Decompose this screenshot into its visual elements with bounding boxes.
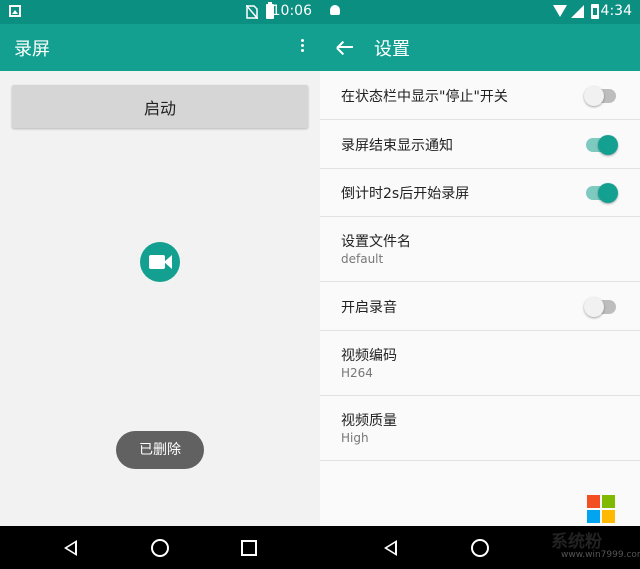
pref-file-name[interactable]: 设置文件名 default bbox=[320, 217, 640, 282]
pref-title: 设置文件名 bbox=[341, 234, 411, 250]
pref-title: 倒计时2s后开始录屏 bbox=[341, 186, 470, 202]
recorder-screen: 10:06 录屏 启动 已删除 bbox=[0, 0, 320, 569]
pref-video-quality[interactable]: 视频质量 High bbox=[320, 396, 640, 461]
pref-show-stop-switch[interactable]: 在状态栏中显示"停止"开关 bbox=[320, 71, 640, 120]
recents-nav-icon[interactable] bbox=[241, 540, 257, 556]
pref-title: 录屏结束显示通知 bbox=[341, 138, 453, 154]
watermark-url: www.win7999.com bbox=[561, 550, 640, 560]
watermark-text: 系统粉 bbox=[551, 532, 602, 552]
overflow-menu-icon[interactable] bbox=[301, 39, 305, 55]
watermark: 系统粉 www.win7999.com bbox=[551, 493, 640, 569]
pref-record-audio[interactable]: 开启录音 bbox=[320, 282, 640, 331]
pref-title: 在状态栏中显示"停止"开关 bbox=[341, 89, 508, 105]
cell-signal-icon bbox=[571, 5, 584, 18]
toast-message: 已删除 bbox=[116, 431, 204, 469]
page-title: 设置 bbox=[374, 39, 410, 60]
toggle-switch[interactable] bbox=[584, 86, 616, 106]
status-bar: 10:06 bbox=[0, 0, 320, 24]
pref-summary: High bbox=[341, 431, 369, 445]
back-nav-icon[interactable] bbox=[384, 540, 397, 556]
pref-video-encoder[interactable]: 视频编码 H264 bbox=[320, 331, 640, 396]
navigation-bar bbox=[0, 526, 320, 569]
pref-countdown[interactable]: 倒计时2s后开始录屏 bbox=[320, 169, 640, 217]
back-arrow-icon[interactable] bbox=[336, 39, 353, 56]
back-nav-icon[interactable] bbox=[64, 540, 77, 556]
image-notification-icon bbox=[9, 5, 21, 17]
wifi-icon bbox=[553, 5, 567, 17]
screenshot-root: 10:06 录屏 启动 已删除 4:34 设置 在状态栏中显示"停止"开关 录屏… bbox=[0, 0, 640, 569]
start-button[interactable]: 启动 bbox=[12, 85, 308, 128]
app-bar: 设置 bbox=[320, 24, 640, 71]
battery-charging-icon bbox=[591, 4, 599, 19]
settings-screen: 4:34 设置 在状态栏中显示"停止"开关 录屏结束显示通知 倒计时2s后开始录… bbox=[320, 0, 640, 569]
pref-summary: H264 bbox=[341, 366, 373, 380]
home-nav-icon[interactable] bbox=[151, 539, 169, 557]
status-bar: 4:34 bbox=[320, 0, 640, 24]
pref-title: 视频质量 bbox=[341, 413, 397, 429]
toggle-switch[interactable] bbox=[586, 183, 618, 203]
pref-title: 视频编码 bbox=[341, 348, 397, 364]
windows-logo-icon bbox=[587, 495, 615, 523]
android-notification-icon bbox=[330, 5, 340, 15]
app-bar: 录屏 bbox=[0, 24, 320, 71]
no-sim-icon bbox=[246, 5, 258, 19]
page-title: 录屏 bbox=[14, 39, 50, 60]
toggle-switch[interactable] bbox=[586, 135, 618, 155]
status-time: 10:06 bbox=[271, 3, 312, 19]
home-nav-icon[interactable] bbox=[471, 539, 489, 557]
status-time: 4:34 bbox=[600, 3, 632, 19]
pref-title: 开启录音 bbox=[341, 300, 397, 316]
video-camera-icon[interactable] bbox=[140, 242, 180, 282]
pref-summary: default bbox=[341, 252, 384, 266]
toggle-switch[interactable] bbox=[584, 297, 616, 317]
pref-notify-on-finish[interactable]: 录屏结束显示通知 bbox=[320, 120, 640, 169]
